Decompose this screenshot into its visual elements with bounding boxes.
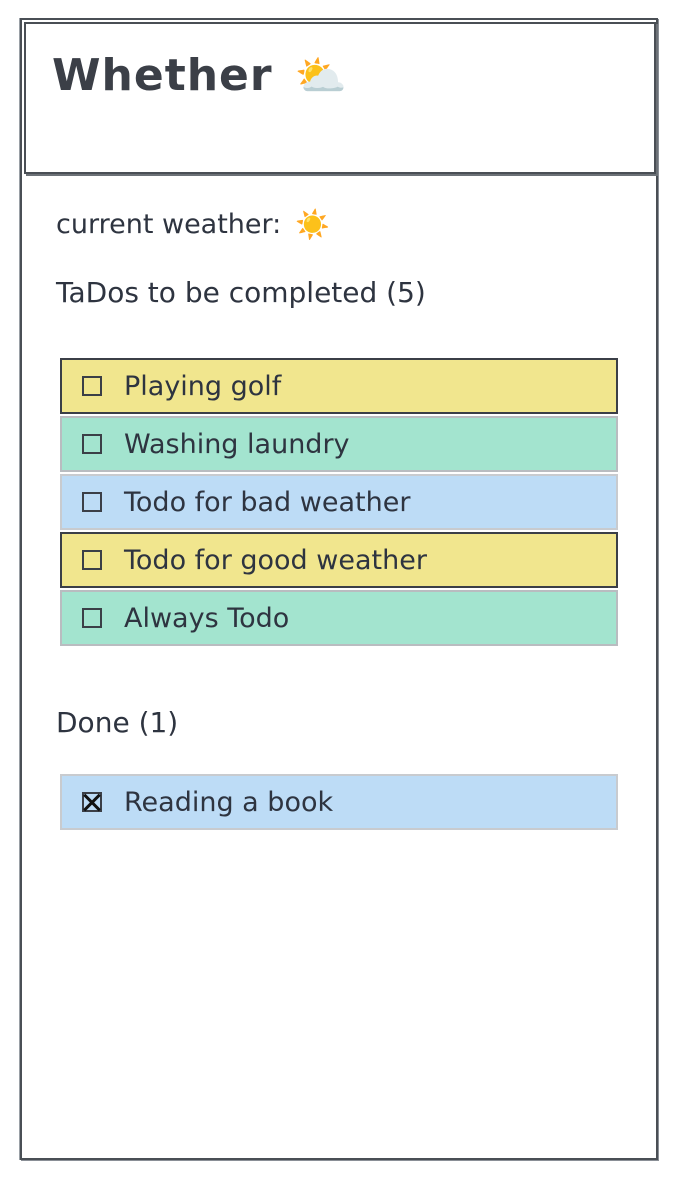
app-title-text: Whether bbox=[52, 50, 273, 101]
done-item[interactable]: Reading a book bbox=[60, 774, 618, 830]
app-title: Whether ⛅ bbox=[52, 50, 348, 101]
checkbox-checked-icon[interactable] bbox=[82, 792, 102, 812]
todo-item[interactable]: Todo for bad weather bbox=[60, 474, 618, 530]
checkbox-unchecked-icon[interactable] bbox=[82, 434, 102, 454]
current-weather-label: current weather: bbox=[56, 209, 282, 240]
checkbox-unchecked-icon[interactable] bbox=[82, 376, 102, 396]
todo-section-heading: TaDos to be completed (5) bbox=[56, 276, 426, 309]
todo-item-label: Todo for bad weather bbox=[124, 486, 411, 518]
checkbox-unchecked-icon[interactable] bbox=[82, 608, 102, 628]
sun-behind-cloud-icon: ⛅ bbox=[294, 50, 348, 100]
todo-item[interactable]: Todo for good weather bbox=[60, 532, 618, 588]
todo-list: Playing golf Washing laundry Todo for ba… bbox=[60, 358, 618, 648]
done-section-heading: Done (1) bbox=[56, 706, 179, 739]
todo-item-label: Playing golf bbox=[124, 370, 282, 402]
todo-item[interactable]: Playing golf bbox=[60, 358, 618, 414]
checkbox-unchecked-icon[interactable] bbox=[82, 550, 102, 570]
todo-item-label: Todo for good weather bbox=[124, 544, 427, 576]
checkbox-unchecked-icon[interactable] bbox=[82, 492, 102, 512]
todo-item-label: Always Todo bbox=[124, 602, 290, 634]
todo-item[interactable]: Washing laundry bbox=[60, 416, 618, 472]
done-list: Reading a book bbox=[60, 774, 618, 832]
todo-item[interactable]: Always Todo bbox=[60, 590, 618, 646]
sun-icon: ☀️ bbox=[295, 208, 331, 241]
todo-item-label: Washing laundry bbox=[124, 428, 350, 460]
current-weather: current weather: ☀️ bbox=[56, 208, 330, 241]
done-item-label: Reading a book bbox=[124, 786, 334, 818]
